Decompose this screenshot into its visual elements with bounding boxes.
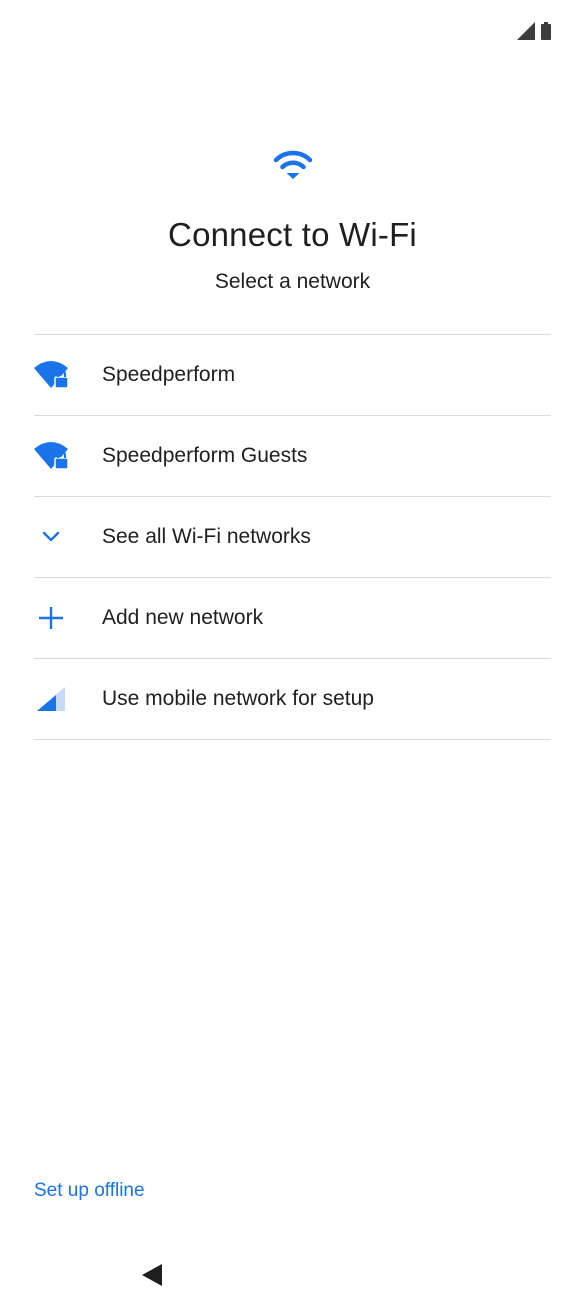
page-title: Connect to Wi-Fi xyxy=(168,216,417,253)
wifi-locked-icon xyxy=(34,335,102,415)
mobile-network-button[interactable]: Use mobile network for setup xyxy=(34,659,551,740)
see-all-networks-label: See all Wi-Fi networks xyxy=(102,525,311,548)
add-network-button[interactable]: Add new network xyxy=(34,578,551,659)
back-triangle-icon[interactable] xyxy=(140,1262,166,1288)
plus-icon xyxy=(34,578,102,658)
cellular-signal-icon xyxy=(517,22,535,40)
add-network-label: Add new network xyxy=(102,606,264,629)
network-item-speedperform-guests[interactable]: Speedperform Guests xyxy=(34,416,551,497)
network-item-speedperform[interactable]: Speedperform xyxy=(34,335,551,416)
wifi-icon xyxy=(273,150,312,179)
network-list: Speedperform Speedperform Guests See all… xyxy=(34,334,551,740)
network-label: Speedperform Guests xyxy=(102,444,308,467)
network-label: Speedperform xyxy=(102,363,236,386)
status-bar xyxy=(0,0,585,64)
cellular-signal-icon xyxy=(34,659,102,739)
header xyxy=(0,148,585,187)
set-up-offline-link[interactable]: Set up offline xyxy=(34,1180,145,1202)
wifi-locked-icon xyxy=(34,416,102,496)
chevron-down-icon xyxy=(34,497,102,577)
page-subtitle: Select a network xyxy=(214,270,371,293)
status-icons xyxy=(517,22,551,40)
see-all-networks-button[interactable]: See all Wi-Fi networks xyxy=(34,497,551,578)
mobile-network-label: Use mobile network for setup xyxy=(102,687,374,710)
battery-icon xyxy=(541,22,551,40)
